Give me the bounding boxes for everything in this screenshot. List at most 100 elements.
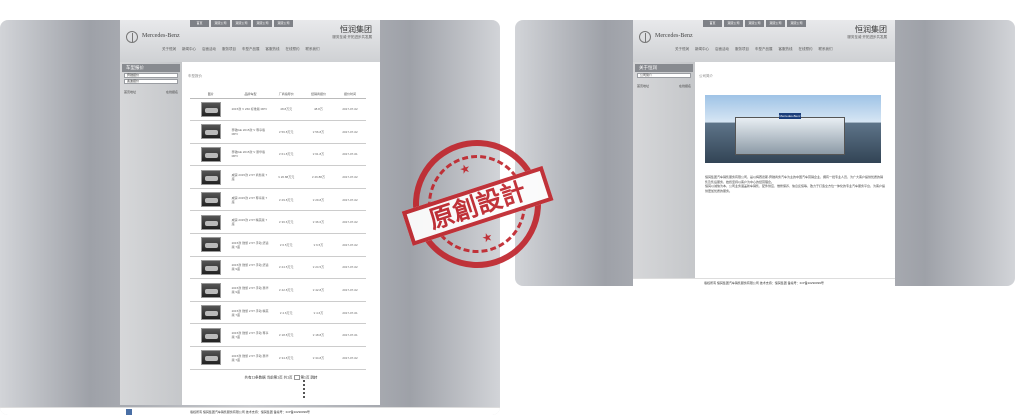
- table-row[interactable]: 威霆 2015款 2.5T 商务版 7座 ¥ 26.88万元 ¥ 26.88万 201…: [190, 165, 366, 189]
- car-photo[interactable]: [200, 169, 221, 185]
- site-footer: 版权所有 恒润集团汽车销售服务有限公司 技术支持：恒润集团 备案号：ICP备10…: [633, 278, 895, 286]
- car-photo[interactable]: [200, 259, 221, 275]
- table-body: 2015款 V 260 标准版 MPV 48.8万元 48.8万 2017-07-02…: [190, 98, 366, 370]
- row-model: 奔驰GE 2015款 V 尊享版 MPV: [231, 120, 270, 144]
- table-row[interactable]: 2015款 微旅 2.5T 手动 豪华版 7座 ¥ 34.8万元 ¥ 34.8万 20…: [190, 346, 366, 370]
- car-photo[interactable]: [200, 124, 221, 140]
- page-input[interactable]: [293, 374, 300, 380]
- row-dealer-price: ¥ 36.6万: [302, 210, 335, 235]
- car-photo[interactable]: [200, 327, 221, 343]
- table-row[interactable]: 奔驰GE 2015款 V 尊享版 MPV ¥ 56.8万元 ¥ 56.8万 2017-…: [190, 120, 366, 144]
- row-date: 2017-07-02: [334, 98, 366, 122]
- top-nav-item[interactable]: 潮流公司: [724, 20, 743, 27]
- row-date: 2017-07-02: [334, 346, 366, 370]
- row-msrp: ¥ 6.5万元: [269, 233, 303, 257]
- car-thumbnail[interactable]: [190, 188, 232, 212]
- price-page: Mercedes-Benz 首页 潮流公司 潮流公司 潮流公司 潮流公司 恒润集…: [120, 20, 380, 405]
- row-dealer-price: ¥ 26.88万: [302, 165, 335, 189]
- car-thumbnail[interactable]: [190, 120, 232, 144]
- sub-nav-item[interactable]: 在线预约: [799, 47, 813, 52]
- car-thumbnail[interactable]: [190, 346, 232, 370]
- row-date: 2017-07-02: [334, 210, 366, 235]
- car-photo[interactable]: [200, 192, 221, 208]
- sidebar-item-audi[interactable]: 奥迪报价: [124, 79, 178, 84]
- top-nav-item[interactable]: 首页: [703, 20, 722, 27]
- column-header: 图片: [190, 91, 232, 99]
- sub-nav-item[interactable]: 客服热线: [779, 47, 793, 52]
- top-nav-item[interactable]: 潮流公司: [766, 20, 785, 27]
- pager-jump[interactable]: 跳转: [310, 375, 317, 379]
- sub-nav-item[interactable]: 联系我们: [819, 47, 833, 52]
- top-nav-item[interactable]: 潮流公司: [232, 20, 251, 27]
- car-thumbnail[interactable]: [190, 256, 232, 280]
- sub-nav-item[interactable]: 关于恒润: [162, 47, 176, 52]
- sub-nav-item[interactable]: 新闻中心: [695, 47, 709, 52]
- row-model: 威霆 2015款 2.5T 商务版 7座: [231, 165, 270, 189]
- table-row[interactable]: 威霆 2015款 2.5T 尊享版 7座 ¥ 29.8万元 ¥ 29.8万 2017-…: [190, 188, 366, 212]
- sub-nav-item[interactable]: 关于恒润: [675, 47, 689, 52]
- top-nav: 首页 潮流公司 潮流公司 潮流公司 潮流公司: [703, 20, 808, 27]
- row-dealer-price: ¥ 34.8万: [302, 346, 335, 370]
- signup-link[interactable]: 在线报名: [679, 84, 691, 88]
- top-nav-item[interactable]: 潮流公司: [274, 20, 293, 27]
- top-nav-item[interactable]: 潮流公司: [211, 20, 230, 27]
- sub-nav-item[interactable]: 店面活动: [202, 47, 216, 52]
- table-row[interactable]: 2015款 V 260 标准版 MPV 48.8万元 48.8万 2017-07-02: [190, 98, 366, 122]
- car-thumbnail[interactable]: [190, 98, 232, 122]
- home-link[interactable]: 首页地址: [637, 84, 649, 88]
- sub-nav-item[interactable]: 车型产品展: [242, 47, 260, 52]
- sidebar-item-profile[interactable]: 公司简介: [637, 73, 691, 78]
- table-row[interactable]: 威霆 2015款 2.5T 精英版 7座 ¥ 36.6万元 ¥ 36.6万 2017-…: [190, 210, 366, 235]
- table-row[interactable]: 2015款 微旅 2.5T 手动 舒适版 7座 ¥ 6.5万元 ¥ 6.5万 2017…: [190, 233, 366, 257]
- sub-nav-item[interactable]: 服务项目: [735, 47, 749, 52]
- table-row[interactable]: 2015款 微旅 2.5T 手动 尊享版 7座 ¥ 18.8万元 ¥ 18.8万 20…: [190, 323, 366, 348]
- car-thumbnail[interactable]: [190, 233, 232, 257]
- benz-logo-icon: [639, 31, 651, 43]
- row-dealer-price: ¥ 18.8万: [302, 323, 335, 348]
- row-date: 2017-07-02: [334, 165, 366, 189]
- table-row[interactable]: 2015款 微旅 2.5T 手动 舒适版 9座 ¥ 24.5万元 ¥ 24.5万 20…: [190, 256, 366, 280]
- home-link[interactable]: 首页地址: [124, 90, 136, 94]
- table-row[interactable]: 2015款 微旅 2.5T 手动 精英版 7座 ¥ 4.6万元 ¥ 4.6万 2017…: [190, 301, 366, 325]
- top-nav-item[interactable]: 首页: [190, 20, 209, 27]
- column-header: 厂商指导价: [269, 91, 303, 99]
- top-nav-item[interactable]: 潮流公司: [253, 20, 272, 27]
- car-thumbnail[interactable]: [190, 143, 232, 167]
- sub-nav-item[interactable]: 在线预约: [286, 47, 300, 52]
- row-msrp: 48.8万元: [269, 98, 303, 122]
- about-page-card: Mercedes-Benz 首页 潮流公司 潮流公司 潮流公司 潮流公司 恒润集…: [515, 20, 1015, 286]
- car-photo[interactable]: [200, 305, 221, 321]
- table-row[interactable]: 奔驰GE 2015款 V 豪华版 MPV ¥ 61.8万元 ¥ 61.8万 2017-…: [190, 143, 366, 167]
- dot: [303, 388, 305, 390]
- intro-paragraph: 恒润集团汽车销售服务有限公司，是以梅赛德斯-奔驰商务汽车为主的中国汽车营销企业，…: [705, 175, 883, 184]
- sub-nav-item[interactable]: 联系我们: [306, 47, 320, 52]
- car-photo[interactable]: [200, 101, 221, 117]
- top-nav-item[interactable]: 潮流公司: [787, 20, 806, 27]
- sub-nav-item[interactable]: 车型产品展: [755, 47, 773, 52]
- car-photo[interactable]: [200, 237, 221, 253]
- signup-link[interactable]: 在线报名: [166, 90, 178, 94]
- company-slogan: 服务至诚·开拓进步共发展: [332, 35, 372, 39]
- pager-next[interactable]: 第1页: [301, 375, 310, 379]
- table-row[interactable]: 2015款 微旅 2.5T 手动 豪华版 9座 ¥ 42.8万元 ¥ 42.8万 20…: [190, 278, 366, 302]
- sub-nav-item[interactable]: 客服热线: [266, 47, 280, 52]
- row-date: 2017-07-02: [334, 233, 366, 257]
- car-photo[interactable]: [200, 350, 221, 366]
- sub-nav-item[interactable]: 新闻中心: [182, 47, 196, 52]
- car-thumbnail[interactable]: [190, 165, 232, 189]
- sub-nav-item[interactable]: 店面活动: [715, 47, 729, 52]
- top-nav-item[interactable]: 潮流公司: [745, 20, 764, 27]
- car-thumbnail[interactable]: [190, 323, 232, 348]
- car-thumbnail[interactable]: [190, 210, 232, 235]
- row-dealer-price: ¥ 56.8万: [302, 120, 335, 144]
- row-model: 2015款 微旅 2.5T 手动 豪华版 9座: [231, 278, 270, 302]
- showroom-building: [735, 117, 845, 155]
- car-photo[interactable]: [200, 282, 221, 298]
- sub-nav-item[interactable]: 服务项目: [222, 47, 236, 52]
- row-msrp: ¥ 36.6万元: [269, 210, 303, 235]
- car-photo[interactable]: [200, 146, 221, 162]
- car-photo[interactable]: [200, 214, 221, 230]
- sidebar-item-benz[interactable]: 奔驰报价: [124, 73, 178, 78]
- car-thumbnail[interactable]: [190, 301, 232, 325]
- car-thumbnail[interactable]: [190, 278, 232, 302]
